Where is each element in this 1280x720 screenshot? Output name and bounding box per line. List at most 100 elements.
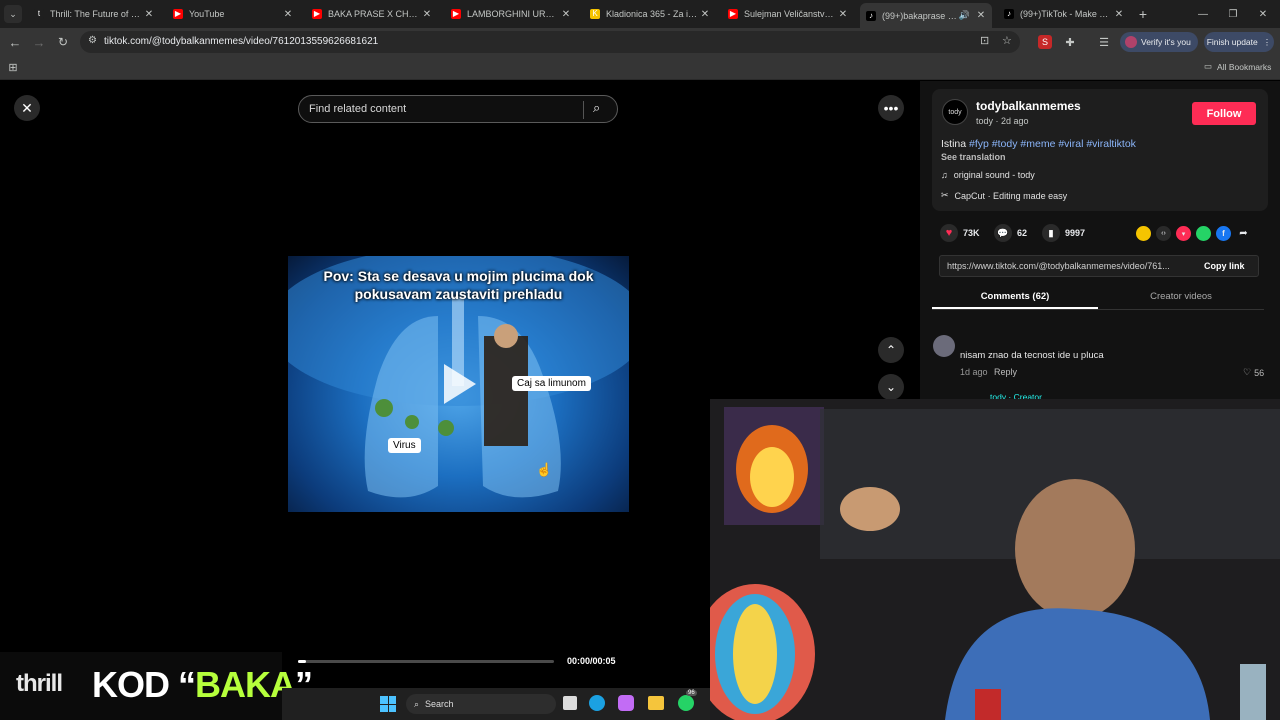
tab-close-icon[interactable]: ✕ [698,9,712,20]
start-button[interactable] [380,696,396,712]
promo-banner: thrill KOD “BAKA” [0,652,313,720]
tab-title: (99+)bakaprase (@ba [882,10,959,21]
next-video-button[interactable]: ⌄ [878,374,904,400]
tab-close-icon[interactable]: ✕ [974,10,988,21]
video-url[interactable]: https://www.tiktok.com/@todybalkanmemes/… [947,261,1170,271]
tab-close-icon[interactable]: ✕ [1112,9,1126,20]
install-app-icon[interactable]: ⊡ [980,34,989,47]
browser-tab[interactable]: ▶ LAMBORGHINI URUS MA✕ [445,3,577,25]
see-translation-link[interactable]: See translation [941,152,1006,162]
browser-tab[interactable]: ♪ (99+)TikTok - Make Your ✕ [998,3,1130,25]
tab-favicon-icon: K [590,9,600,19]
more-options-icon[interactable]: ••• [878,95,904,121]
prev-video-button[interactable]: ⌃ [878,337,904,363]
tab-favicon-icon: ▶ [451,9,461,19]
search-input[interactable]: Find related content ⌕ [298,95,618,123]
site-info-icon[interactable]: ⚙ [88,35,97,46]
browser-tab[interactable]: ▶ YouTube ✕ [167,3,299,25]
tab-close-icon[interactable]: ✕ [281,9,295,20]
search-icon[interactable]: ⌕ [593,100,600,116]
file-explorer-icon[interactable] [648,696,664,710]
tabs-divider [932,309,1264,310]
tab-favicon-icon: ▶ [173,9,183,19]
video-caption-line1: Pov: Sta se desava u mojim plucima dok [323,268,594,284]
sound-label: original sound - tody [953,170,1035,180]
tab-audio-icon[interactable]: 🔊 [959,10,970,21]
finish-update-button[interactable]: Finish update ⋮ [1204,32,1274,52]
tab-strip: ⌄ tThrill: The Future of Crypto✕ ▶YouTube… [0,0,1280,28]
url-text[interactable]: tiktok.com/@todybalkanmemes/video/761201… [104,36,378,47]
like-button[interactable]: ♥ 73K [940,224,980,242]
embed-icon[interactable]: ‹› [1156,226,1171,241]
taskbar-search-label: Search [425,699,454,709]
save-button[interactable]: ▮ 9997 [1042,224,1085,242]
tab-close-icon[interactable]: ✕ [836,9,850,20]
copilot-icon[interactable] [618,695,634,711]
description: Istina #fyp #tody #meme #viral #viraltik… [941,138,1136,150]
search-placeholder: Find related content [309,103,407,115]
extension-s-icon[interactable]: S [1038,35,1052,49]
apps-grid-icon[interactable]: ⊞ [6,60,20,74]
bookmark-star-icon[interactable]: ☆ [1002,34,1012,47]
browser-tab[interactable]: t Thrill: The Future of Crypto✕ [28,3,160,25]
reload-icon[interactable]: ↻ [54,32,72,52]
tab-title: Thrill: The Future of Crypto [50,9,142,19]
address-bar[interactable]: ⚙ tiktok.com/@todybalkanmemes/video/7612… [80,31,1020,53]
whatsapp-icon[interactable] [1196,226,1211,241]
comment-time: 1d ago [960,367,988,377]
reply-button[interactable]: Reply [994,367,1017,377]
extensions-puzzle-icon[interactable]: ✚ [1062,34,1078,50]
close-video-button[interactable]: ✕ [14,95,40,121]
reading-list-icon[interactable]: ☰ [1096,34,1112,50]
browser-tab[interactable]: ▶ Sulejman Veličanstveni Ep✕ [722,3,854,25]
edge-icon[interactable] [589,695,605,711]
like-count: 73K [963,228,980,238]
taskbar-search[interactable]: ⌕ Search [406,694,556,714]
facebook-icon[interactable]: f [1216,226,1231,241]
comment-button[interactable]: 💬 62 [994,224,1027,242]
comment-like[interactable]: ♡ 56 [1243,367,1264,378]
folder-icon: ▭ [1204,61,1213,71]
forward-arrow-icon[interactable]: → [30,32,48,52]
description-text: Istina [941,138,967,150]
tab-close-icon[interactable]: ✕ [142,9,156,20]
back-arrow-icon[interactable]: ← [6,32,24,52]
browser-tab[interactable]: K Kladionica 365 - Za igru s ✕ [584,3,716,25]
task-view-icon[interactable] [563,696,577,710]
send-icon[interactable]: ▾ [1176,226,1191,241]
new-tab-button[interactable]: + [1134,4,1152,24]
gift-icon[interactable] [1136,226,1151,241]
close-window-button[interactable]: ✕ [1252,4,1274,24]
share-arrow-icon[interactable]: ➦ [1236,226,1251,241]
whatsapp-badge: 96 [686,690,697,696]
video-player[interactable]: Pov: Sta se desava u mojim plucima dok p… [288,256,629,512]
play-icon[interactable] [444,364,476,404]
webcam-overlay [710,399,1280,720]
browser-tab[interactable]: ♪ (99+)bakaprase (@ba🔊 ✕ [860,3,992,28]
video-progress-bar[interactable] [298,660,554,663]
whatsapp-taskbar-icon[interactable]: 96 [678,690,697,711]
tab-close-icon[interactable]: ✕ [420,9,434,20]
maximize-button[interactable]: ❐ [1222,4,1244,24]
tab-search-button[interactable]: ⌄ [4,5,22,23]
capcut-icon: ✂ [941,190,949,200]
copy-link-button[interactable]: Copy link [1204,261,1245,271]
hashtags[interactable]: #fyp #tody #meme #viral #viraltiktok [969,138,1136,150]
tab-creator-videos[interactable]: Creator videos [1098,291,1264,302]
tab-close-icon[interactable]: ✕ [559,9,573,20]
follow-button[interactable]: Follow [1192,102,1256,125]
author-name[interactable]: todybalkanmemes [976,99,1081,113]
tab-comments[interactable]: Comments (62) [932,291,1098,302]
promo-code-prefix: KOD “ [92,664,196,705]
author-avatar[interactable]: tody [942,99,968,125]
sound-row[interactable]: ♫ original sound - tody [941,170,1035,180]
taskbar: ⌕ Search 96 [282,688,710,720]
browser-tab[interactable]: ▶ BAKA PRASE X CHODA - I✕ [306,3,438,25]
capcut-row[interactable]: ✂ CapCut · Editing made easy [941,190,1067,201]
commenter-avatar[interactable] [933,335,955,357]
all-bookmarks-button[interactable]: ▭ All Bookmarks [1204,61,1271,72]
start-pane-icon [380,704,388,712]
verify-label: Verify it's you [1141,37,1191,47]
verify-profile-button[interactable]: Verify it's you [1120,32,1198,52]
minimize-button[interactable]: — [1192,4,1214,24]
